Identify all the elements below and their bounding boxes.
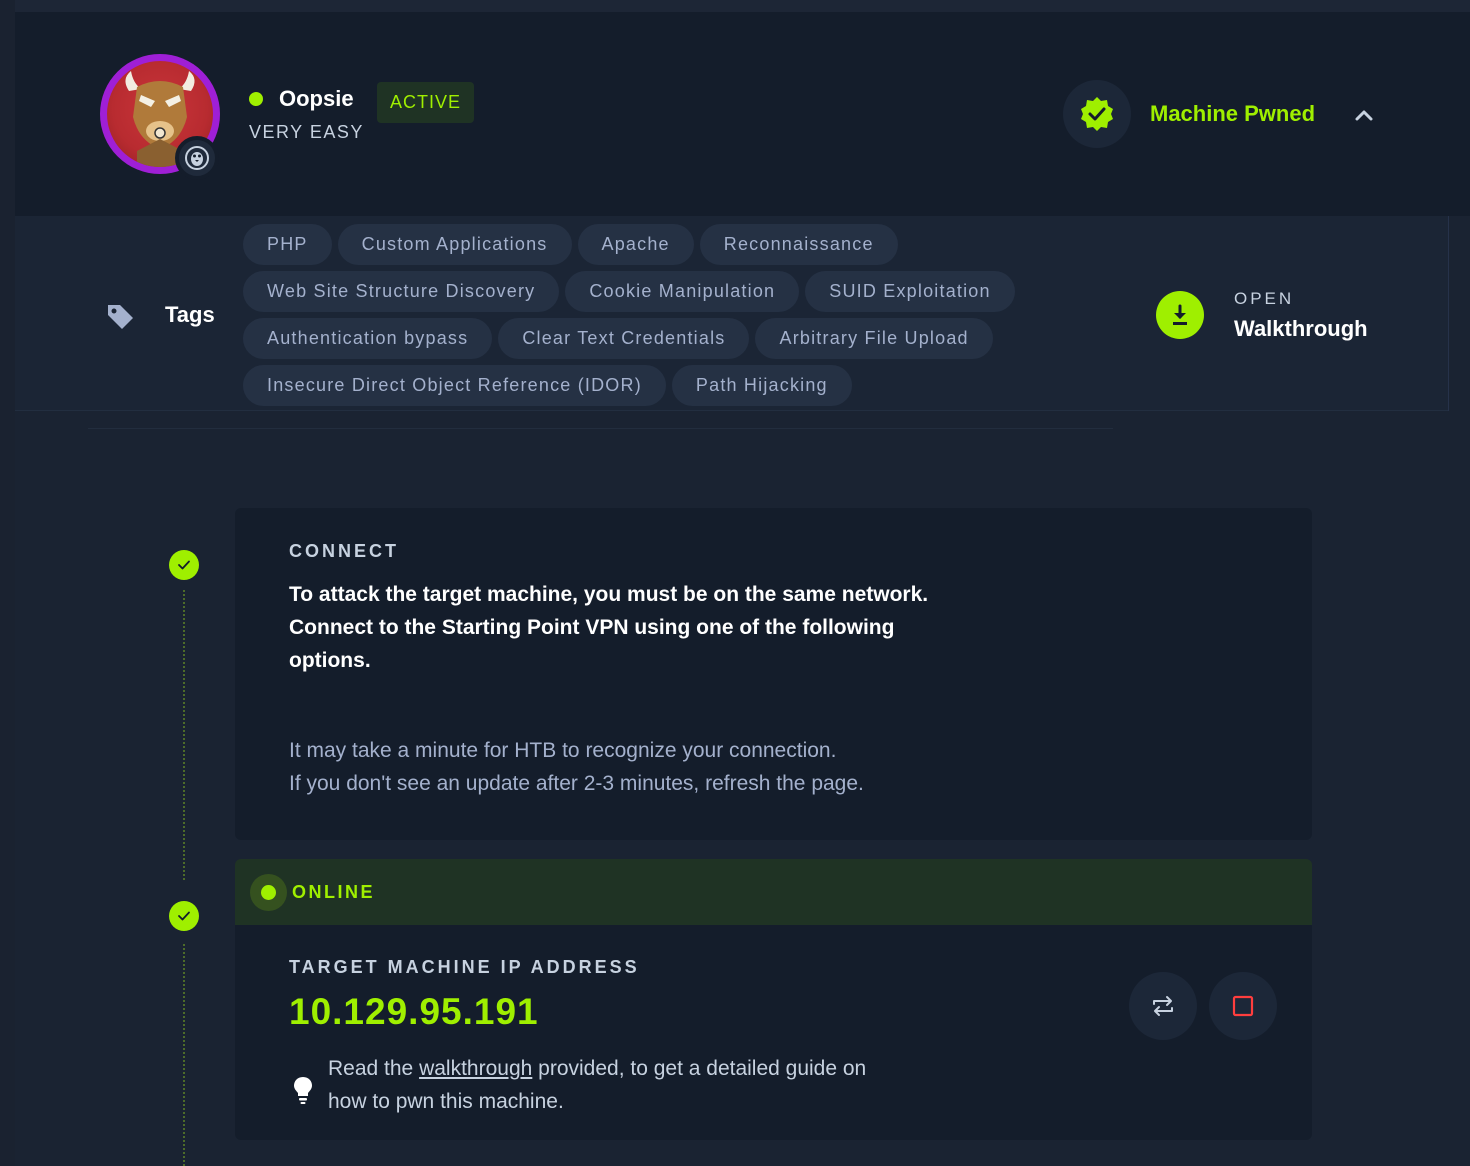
tags-right-edge bbox=[1448, 216, 1470, 411]
connect-note: It may take a minute for HTB to recogniz… bbox=[289, 734, 989, 800]
walkthrough-hint-link[interactable]: walkthrough bbox=[419, 1057, 532, 1080]
machine-pwned-label: Machine Pwned bbox=[1150, 101, 1316, 126]
hint-prefix: Read the bbox=[328, 1057, 420, 1080]
check-icon bbox=[178, 911, 190, 921]
tag-pill[interactable]: Cookie Manipulation bbox=[565, 271, 800, 312]
online-dot bbox=[261, 885, 276, 900]
tag-pill[interactable]: SUID Exploitation bbox=[805, 271, 1015, 312]
online-indicator bbox=[250, 874, 287, 911]
tag-pill[interactable]: PHP bbox=[243, 224, 332, 265]
walkthrough-link[interactable]: Walkthrough bbox=[1234, 316, 1368, 342]
connect-step-check bbox=[169, 550, 199, 580]
active-status-badge: ACTIVE bbox=[377, 82, 475, 123]
machine-name: Oopsie bbox=[279, 86, 354, 111]
os-badge bbox=[175, 136, 219, 180]
section-divider bbox=[88, 428, 1113, 429]
top-strip bbox=[0, 0, 1470, 12]
tag-pill[interactable]: Custom Applications bbox=[337, 224, 572, 265]
tag-pill[interactable]: Web Site Structure Discovery bbox=[243, 271, 560, 312]
walkthrough-hint: Read the walkthrough provided, to get a … bbox=[328, 1052, 888, 1118]
connect-note-line: If you don't see an update after 2-3 min… bbox=[289, 772, 864, 795]
linux-penguin-icon bbox=[185, 146, 209, 170]
connect-instruction-line: Connect to the Starting Point VPN using … bbox=[289, 616, 895, 672]
tags-list: PHP Custom Applications Apache Reconnais… bbox=[243, 224, 1103, 412]
timeline-connector bbox=[183, 944, 185, 1166]
chevron-up-icon[interactable] bbox=[1352, 104, 1376, 128]
tag-pill[interactable]: Authentication bypass bbox=[243, 318, 493, 359]
target-ip-title: TARGET MACHINE IP ADDRESS bbox=[289, 957, 640, 977]
tags-label: Tags bbox=[165, 302, 215, 327]
walkthrough-open-label[interactable]: OPEN bbox=[1234, 289, 1294, 309]
reset-machine-icon bbox=[1153, 996, 1173, 1016]
tag-pill[interactable]: Path Hijacking bbox=[671, 365, 852, 406]
verified-badge-icon bbox=[1081, 97, 1113, 131]
connect-instructions: To attack the target machine, you must b… bbox=[289, 578, 949, 677]
reset-machine-button[interactable] bbox=[1129, 972, 1197, 1040]
tag-pill[interactable]: Arbitrary File Upload bbox=[755, 318, 993, 359]
connect-title: CONNECT bbox=[289, 541, 399, 561]
tag-pill[interactable]: Reconnaissance bbox=[699, 224, 898, 265]
machine-difficulty: VERY EASY bbox=[249, 122, 364, 142]
tag-pill[interactable]: Clear Text Credentials bbox=[498, 318, 750, 359]
online-status-bar: ONLINE bbox=[235, 859, 1312, 925]
tag-icon bbox=[108, 305, 133, 329]
pwned-badge bbox=[1063, 80, 1131, 148]
lightbulb-icon bbox=[294, 1077, 312, 1104]
timeline-connector bbox=[183, 590, 185, 880]
machine-status-dot bbox=[249, 92, 263, 106]
tag-pill[interactable]: Insecure Direct Object Reference (IDOR) bbox=[243, 365, 666, 406]
stop-machine-icon bbox=[1232, 995, 1254, 1017]
stop-machine-button[interactable] bbox=[1209, 972, 1277, 1040]
walkthrough-download-button[interactable] bbox=[1156, 291, 1204, 339]
target-step-check bbox=[169, 901, 199, 931]
connect-instruction-line: To attack the target machine, you must b… bbox=[289, 583, 929, 606]
left-edge bbox=[0, 0, 15, 1166]
download-icon bbox=[1173, 304, 1187, 325]
tags-section: Tags PHP Custom Applications Apache Reco… bbox=[15, 216, 1448, 411]
check-icon bbox=[178, 560, 190, 570]
target-ip-address[interactable]: 10.129.95.191 bbox=[289, 991, 539, 1033]
connect-card: CONNECT To attack the target machine, yo… bbox=[235, 508, 1312, 840]
tag-pill[interactable]: Apache bbox=[577, 224, 694, 265]
target-machine-card: TARGET MACHINE IP ADDRESS 10.129.95.191 … bbox=[235, 925, 1312, 1140]
machine-header: Oopsie VERY EASY ACTIVE Machine Pwned bbox=[15, 12, 1470, 216]
online-status-label: ONLINE bbox=[292, 882, 376, 902]
connect-note-line: It may take a minute for HTB to recogniz… bbox=[289, 739, 837, 762]
